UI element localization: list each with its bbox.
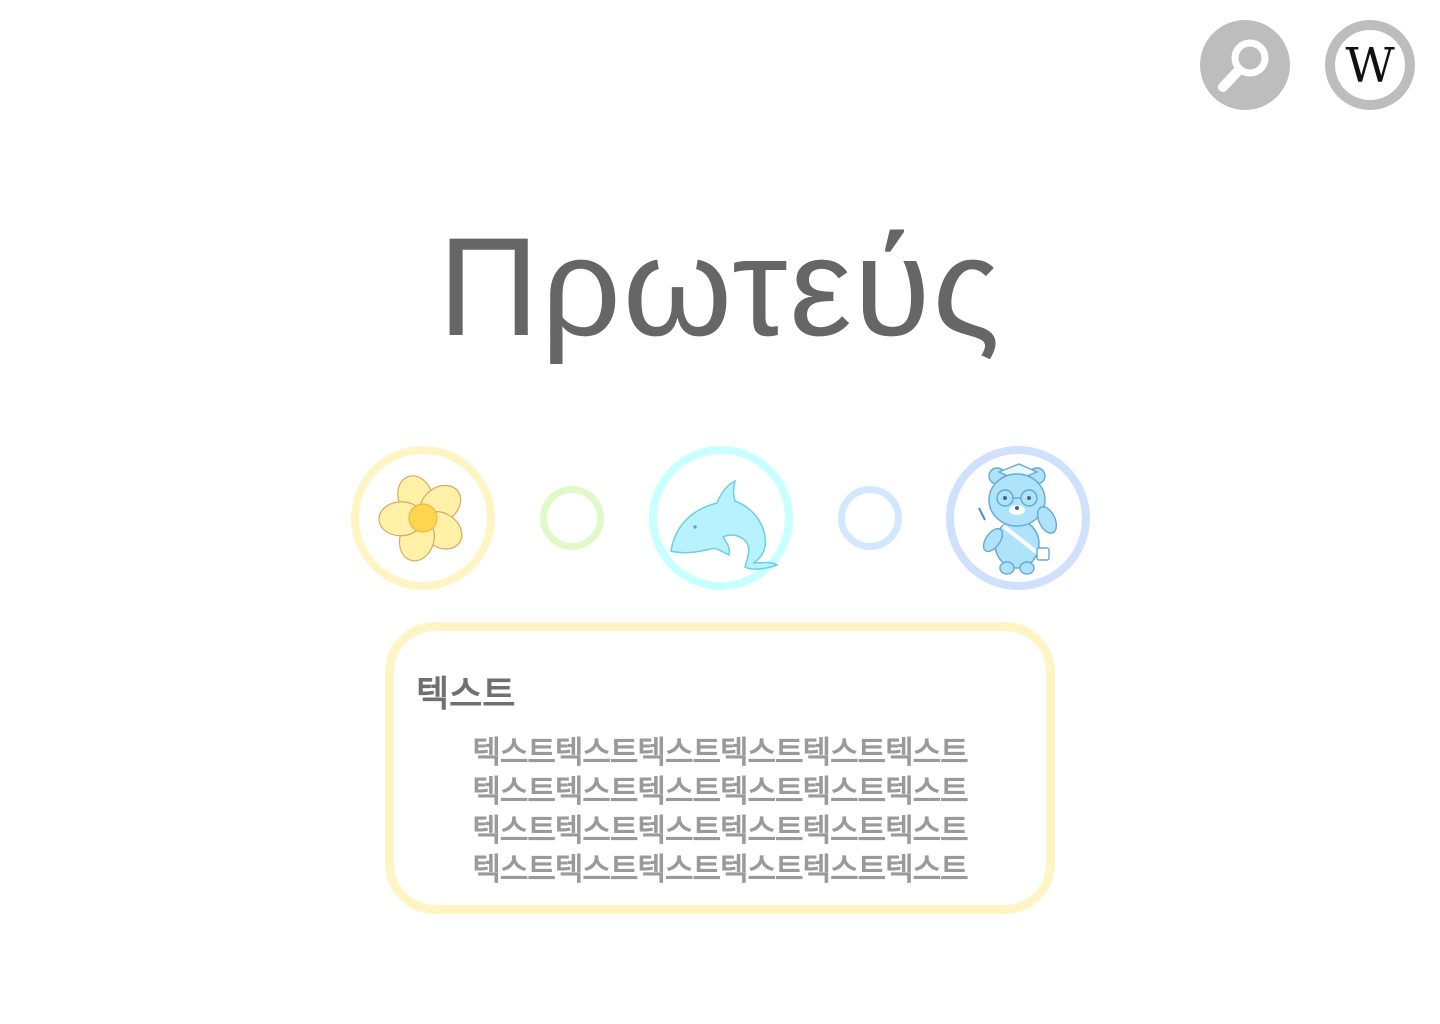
card-heading: 텍스트	[416, 674, 516, 715]
wikipedia-w-icon: W	[1345, 38, 1395, 94]
bear-circle-button[interactable]	[946, 446, 1090, 590]
card-line: 텍스트텍스트텍스트텍스트텍스트텍스트	[472, 852, 968, 888]
flower-icon	[378, 475, 463, 562]
magnifier-icon	[1218, 39, 1269, 92]
page: W Πρωτεύς 텍스트 텍스트텍스트텍스트텍스트텍스트텍스트 텍스트텍스트텍…	[0, 0, 1440, 1024]
dolphin-icon	[670, 479, 779, 570]
bear-icon	[978, 463, 1058, 575]
flower-circle-button[interactable]	[351, 446, 495, 590]
card-line: 텍스트텍스트텍스트텍스트텍스트텍스트	[472, 735, 968, 771]
dot-button-2[interactable]	[838, 486, 902, 550]
search-button[interactable]	[1200, 20, 1290, 110]
text-card: 텍스트 텍스트텍스트텍스트텍스트텍스트텍스트 텍스트텍스트텍스트텍스트텍스트텍스…	[385, 622, 1055, 914]
dot-button-1[interactable]	[540, 486, 604, 550]
wikipedia-button[interactable]: W	[1325, 20, 1415, 110]
card-body: 텍스트텍스트텍스트텍스트텍스트텍스트 텍스트텍스트텍스트텍스트텍스트텍스트 텍스…	[394, 734, 1046, 890]
page-title: Πρωτεύς	[438, 208, 1002, 365]
card-line: 텍스트텍스트텍스트텍스트텍스트텍스트	[472, 813, 968, 849]
circle-nav	[0, 446, 1440, 590]
wikipedia-badge: W	[1335, 30, 1405, 100]
dolphin-circle-button[interactable]	[649, 446, 793, 590]
card-line: 텍스트텍스트텍스트텍스트텍스트텍스트	[472, 774, 968, 810]
